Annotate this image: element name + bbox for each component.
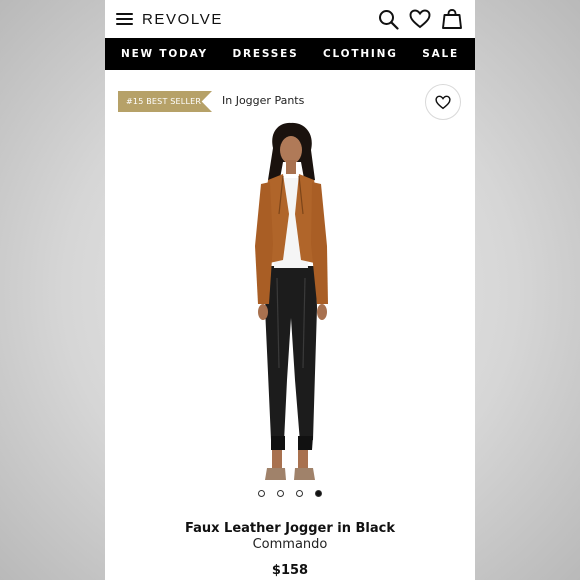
heart-icon[interactable]: [409, 8, 431, 30]
carousel-dot-active[interactable]: [315, 490, 322, 497]
heart-icon: [435, 95, 451, 109]
image-carousel-dots: [105, 490, 475, 497]
app-screen: REVOLVE NEW TODAY DRESSES CLOTHING SALE …: [105, 0, 475, 580]
nav-clothing[interactable]: CLOTHING: [323, 48, 398, 60]
category-link[interactable]: In Jogger Pants: [222, 94, 304, 107]
brand-name[interactable]: Commando: [105, 537, 475, 552]
carousel-dot[interactable]: [296, 490, 303, 497]
nav-new-today[interactable]: NEW TODAY: [121, 48, 208, 60]
header-actions: [377, 0, 463, 38]
product-image[interactable]: [105, 118, 475, 490]
carousel-dot[interactable]: [277, 490, 284, 497]
carousel-dot[interactable]: [258, 490, 265, 497]
best-seller-badge: #15 BEST SELLER: [118, 91, 212, 112]
search-icon[interactable]: [377, 8, 399, 30]
category-nav: NEW TODAY DRESSES CLOTHING SALE: [105, 38, 475, 70]
nav-sale[interactable]: SALE: [422, 48, 459, 60]
product-price: $158: [271, 563, 309, 578]
top-bar: REVOLVE: [105, 0, 475, 38]
wishlist-button[interactable]: [425, 84, 461, 120]
bag-icon[interactable]: [441, 8, 463, 30]
logo[interactable]: REVOLVE: [142, 11, 223, 28]
nav-dresses[interactable]: DRESSES: [233, 48, 299, 60]
menu-icon[interactable]: [116, 13, 133, 25]
product-name: Faux Leather Jogger in Black: [184, 521, 395, 536]
